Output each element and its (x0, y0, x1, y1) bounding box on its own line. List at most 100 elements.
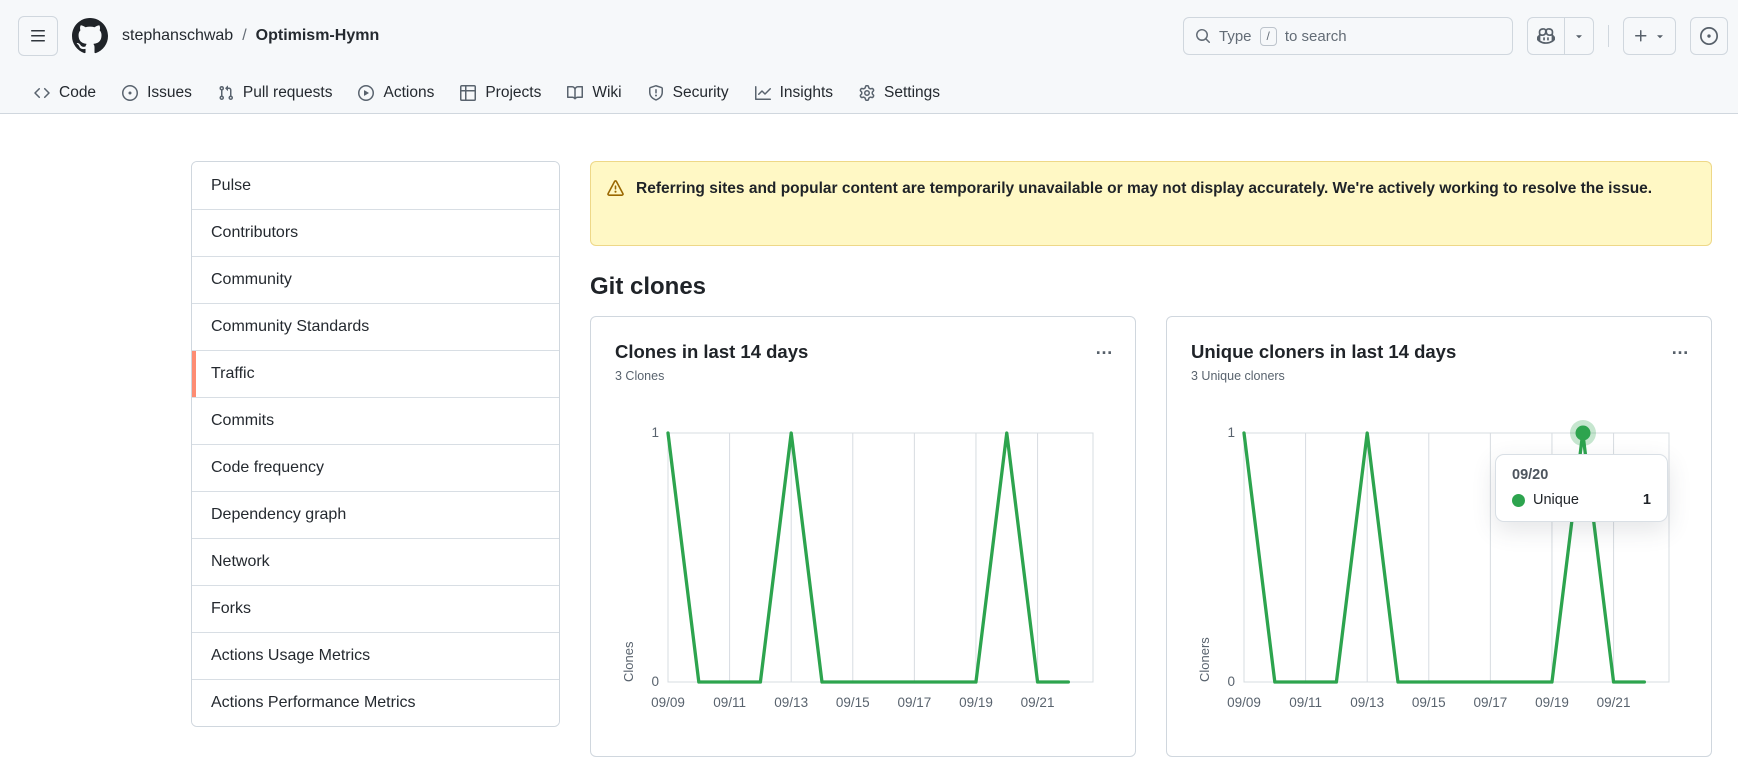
clones-card: Clones in last 14 days 3 Clones … Clones… (590, 316, 1136, 757)
highlighted-point-marker (1570, 420, 1596, 446)
copilot-button[interactable] (1528, 18, 1564, 54)
y-axis-label: Clones (621, 433, 636, 682)
tab-label: Code (59, 84, 96, 102)
breadcrumb: stephanschwab / Optimism-Hymn (122, 27, 379, 45)
header-divider (1608, 25, 1609, 47)
card-subtitle: 3 Clones (615, 369, 664, 383)
x-axis-tick-label: 09/17 (1473, 695, 1507, 710)
y-axis-tick-label: 1 (629, 425, 659, 440)
tab-security[interactable]: Security (640, 78, 737, 108)
sidebar-item-forks[interactable]: Forks (192, 585, 559, 632)
slash-key-hint: / (1260, 27, 1277, 46)
tab-label: Issues (147, 84, 192, 102)
warning-banner: Referring sites and popular content are … (590, 161, 1712, 246)
tab-settings[interactable]: Settings (851, 78, 948, 108)
copilot-button-group (1527, 17, 1594, 55)
tab-code[interactable]: Code (26, 78, 104, 108)
search-placeholder-suffix: to search (1285, 28, 1347, 45)
tab-projects[interactable]: Projects (452, 78, 549, 108)
copilot-icon (1537, 27, 1555, 45)
breadcrumb-repo-link[interactable]: Optimism-Hymn (256, 27, 380, 45)
x-axis-tick-label: 09/13 (774, 695, 808, 710)
unique-cloners-card: Unique cloners in last 14 days 3 Unique … (1166, 316, 1712, 757)
repo-nav: Code Issues Pull requests Actions Projec… (0, 72, 1738, 114)
search-icon (1195, 28, 1211, 44)
tab-label: Settings (884, 84, 940, 102)
github-logo[interactable] (72, 18, 108, 54)
sidebar-item-actions-performance-metrics[interactable]: Actions Performance Metrics (192, 679, 559, 726)
three-bars-icon (30, 28, 46, 44)
play-icon (358, 85, 374, 101)
sidebar-item-network[interactable]: Network (192, 538, 559, 585)
alert-triangle-icon (607, 180, 624, 230)
page-content: PulseContributorsCommunityCommunity Stan… (0, 114, 1738, 757)
tab-label: Projects (485, 84, 541, 102)
sidebar-item-contributors[interactable]: Contributors (192, 209, 559, 256)
global-header: stephanschwab / Optimism-Hymn Type / to … (0, 0, 1738, 72)
sidebar-item-actions-usage-metrics[interactable]: Actions Usage Metrics (192, 632, 559, 679)
sidebar-item-community-standards[interactable]: Community Standards (192, 303, 559, 350)
code-icon (34, 85, 50, 101)
x-axis-tick-label: 09/21 (1021, 695, 1055, 710)
sidebar-item-traffic[interactable]: Traffic (192, 350, 559, 397)
sidebar-item-community[interactable]: Community (192, 256, 559, 303)
tab-actions[interactable]: Actions (350, 78, 442, 108)
insights-sidebar: PulseContributorsCommunityCommunity Stan… (191, 161, 560, 727)
x-axis-tick-label: 09/11 (713, 695, 746, 710)
issues-global-button[interactable] (1690, 17, 1728, 55)
sidebar-item-code-frequency[interactable]: Code frequency (192, 444, 559, 491)
x-axis-tick-label: 09/19 (959, 695, 993, 710)
chevron-down-icon (1573, 30, 1585, 42)
tooltip-date: 09/20 (1512, 467, 1651, 483)
copilot-dropdown-button[interactable] (1564, 18, 1593, 54)
breadcrumb-owner-link[interactable]: stephanschwab (122, 27, 233, 45)
clones-chart: Clones 1 0 09/0909/1109/1309/1509/1709/1… (591, 417, 1135, 756)
tab-pull-requests[interactable]: Pull requests (210, 78, 341, 108)
x-axis-tick-label: 09/09 (1227, 695, 1261, 710)
section-title: Git clones (590, 273, 1712, 301)
tooltip-series-label: Unique (1533, 492, 1579, 508)
book-icon (567, 85, 583, 101)
tab-wiki[interactable]: Wiki (559, 78, 629, 108)
tab-label: Wiki (592, 84, 621, 102)
x-axis-labels: 09/0909/1109/1309/1509/1709/1909/21 (668, 695, 1093, 715)
git-pull-request-icon (218, 85, 234, 101)
card-subtitle: 3 Unique cloners (1191, 369, 1285, 383)
plot-area[interactable] (668, 433, 1093, 682)
issue-opened-icon (1700, 27, 1718, 45)
x-axis-tick-label: 09/17 (897, 695, 931, 710)
kebab-menu-button[interactable]: … (1665, 333, 1697, 363)
search-input[interactable]: Type / to search (1183, 17, 1513, 55)
tab-issues[interactable]: Issues (114, 78, 200, 108)
x-axis-tick-label: 09/19 (1535, 695, 1569, 710)
x-axis-tick-label: 09/21 (1597, 695, 1631, 710)
chart-tooltip: 09/20 Unique 1 (1495, 454, 1668, 522)
x-axis-tick-label: 09/11 (1289, 695, 1322, 710)
y-axis-tick-label: 0 (629, 674, 659, 689)
x-axis-labels: 09/0909/1109/1309/1509/1709/1909/21 (1244, 695, 1669, 715)
sidebar-item-pulse[interactable]: Pulse (192, 162, 559, 209)
tab-label: Actions (383, 84, 434, 102)
y-axis-tick-label: 1 (1205, 425, 1235, 440)
main-column: Referring sites and popular content are … (590, 161, 1712, 757)
tab-insights[interactable]: Insights (747, 78, 841, 108)
chevron-down-icon (1654, 18, 1666, 54)
x-axis-tick-label: 09/13 (1350, 695, 1384, 710)
shield-icon (648, 85, 664, 101)
table-icon (460, 85, 476, 101)
graph-icon (755, 85, 771, 101)
kebab-menu-button[interactable]: … (1089, 333, 1121, 363)
tab-label: Insights (780, 84, 833, 102)
sidebar-item-dependency-graph[interactable]: Dependency graph (192, 491, 559, 538)
tab-label: Pull requests (243, 84, 333, 102)
plus-icon (1633, 18, 1649, 54)
y-axis-tick-label: 0 (1205, 674, 1235, 689)
y-axis-label: Cloners (1197, 433, 1212, 682)
github-mark-icon (72, 18, 108, 54)
chart-cards-row: Clones in last 14 days 3 Clones … Clones… (590, 316, 1712, 757)
create-new-button[interactable] (1623, 17, 1676, 55)
card-title: Unique cloners in last 14 days (1191, 341, 1456, 363)
sidebar-item-commits[interactable]: Commits (192, 397, 559, 444)
search-placeholder-prefix: Type (1219, 28, 1252, 45)
hamburger-menu-button[interactable] (18, 16, 58, 56)
